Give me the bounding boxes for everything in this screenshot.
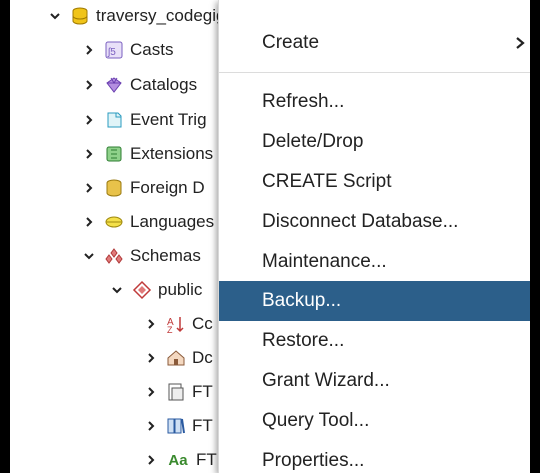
tree-node-label: FT	[192, 382, 213, 401]
foreign-data-icon	[104, 178, 124, 198]
languages-icon	[104, 212, 124, 232]
menu-item-restore[interactable]: Restore...	[219, 321, 530, 361]
tree-node-label: Casts	[130, 40, 174, 59]
domains-icon	[166, 348, 186, 368]
tree-node-casts[interactable]: ʃ5 Casts	[82, 34, 173, 66]
extensions-icon	[104, 144, 124, 164]
tree-node-languages[interactable]: Languages	[82, 206, 214, 238]
tree-node-fts-parsers[interactable]: Aa FT	[144, 444, 217, 473]
menu-item-label: CREATE Script	[262, 171, 392, 192]
svg-text:Z: Z	[167, 325, 173, 334]
menu-item-label: Properties...	[262, 450, 365, 471]
fts-parsers-icon: Aa	[168, 451, 188, 469]
tree-node-label: Languages	[130, 212, 215, 231]
fts-dictionaries-icon	[166, 416, 186, 436]
schemas-icon	[104, 246, 124, 266]
context-menu: Create Refresh... Delete/Drop CREATE Scr…	[218, 0, 530, 473]
menu-item-label: Create	[262, 32, 320, 53]
menu-separator	[219, 72, 530, 73]
chevron-right-icon[interactable]	[144, 453, 158, 467]
chevron-right-icon[interactable]	[144, 385, 158, 399]
tree-node-label: Dc	[192, 348, 213, 367]
tree-node-event-triggers[interactable]: Event Trig	[82, 104, 207, 136]
chevron-right-icon[interactable]	[82, 147, 96, 161]
menu-item-maintenance[interactable]: Maintenance...	[219, 242, 530, 282]
menu-item-label: Delete/Drop	[262, 131, 364, 152]
tree-node-database[interactable]: traversy_codegig	[48, 0, 225, 32]
schema-icon	[132, 280, 152, 300]
tree-node-label: Cc	[192, 314, 213, 333]
chevron-right-icon[interactable]	[144, 419, 158, 433]
menu-item-label: Disconnect Database...	[262, 211, 459, 232]
menu-item-label: Grant Wizard...	[262, 370, 390, 391]
menu-item-properties[interactable]: Properties...	[219, 441, 530, 473]
tree-node-label: Extensions	[130, 144, 214, 163]
tree-node-label: Schemas	[130, 246, 201, 265]
tree-node-label: Catalogs	[130, 75, 198, 94]
catalogs-icon	[104, 75, 124, 95]
tree-node-extensions[interactable]: Extensions	[82, 138, 213, 170]
chevron-right-icon[interactable]	[144, 351, 158, 365]
menu-item-delete-drop[interactable]: Delete/Drop	[219, 122, 530, 162]
menu-item-backup[interactable]: Backup...	[219, 281, 530, 321]
tree-node-label: Event Trig	[130, 110, 207, 129]
tree-node-public[interactable]: public	[110, 274, 202, 306]
tree-node-schemas[interactable]: Schemas	[82, 240, 201, 272]
menu-item-refresh[interactable]: Refresh...	[219, 82, 530, 122]
menu-item-label: Restore...	[262, 330, 345, 351]
menu-item-create-script[interactable]: CREATE Script	[219, 162, 530, 202]
menu-item-label: Backup...	[262, 290, 342, 311]
event-trigger-icon	[104, 110, 124, 130]
tree-node-collations[interactable]: AZ Cc	[144, 308, 213, 340]
menu-item-grant-wizard[interactable]: Grant Wizard...	[219, 361, 530, 401]
chevron-right-icon[interactable]	[82, 78, 96, 92]
menu-item-label: Query Tool...	[262, 410, 370, 431]
tree-node-catalogs[interactable]: Catalogs	[82, 69, 197, 101]
chevron-right-icon[interactable]	[144, 317, 158, 331]
tree-node-label: traversy_codegig	[96, 6, 226, 25]
svg-text:ʃ5: ʃ5	[107, 47, 116, 58]
menu-item-disconnect-database[interactable]: Disconnect Database...	[219, 202, 530, 242]
tree-node-fts-dictionaries[interactable]: FT	[144, 410, 213, 442]
tree-node-foreign-data[interactable]: Foreign D	[82, 172, 205, 204]
tree-node-label: public	[158, 280, 203, 299]
tree-node-label: FT	[192, 416, 213, 435]
chevron-down-icon[interactable]	[110, 283, 124, 297]
browser-tree-panel: traversy_codegig ʃ5 Casts Catalogs Event…	[10, 0, 530, 473]
menu-item-label: Refresh...	[262, 91, 345, 112]
chevron-right-icon	[516, 37, 525, 49]
fts-configurations-icon	[166, 382, 186, 402]
chevron-right-icon[interactable]	[82, 215, 96, 229]
tree-node-domains[interactable]: Dc	[144, 342, 213, 374]
database-icon	[70, 6, 90, 26]
tree-node-label: Foreign D	[130, 178, 205, 197]
chevron-right-icon[interactable]	[82, 43, 96, 57]
menu-item-query-tool[interactable]: Query Tool...	[219, 401, 530, 441]
tree-node-label: FT	[196, 450, 217, 469]
collations-icon: AZ	[166, 314, 186, 334]
chevron-down-icon[interactable]	[82, 249, 96, 263]
tree-node-fts-configurations[interactable]: FT	[144, 376, 213, 408]
chevron-down-icon[interactable]	[48, 9, 62, 23]
chevron-right-icon[interactable]	[82, 181, 96, 195]
menu-item-create[interactable]: Create	[219, 23, 530, 63]
menu-item-label: Maintenance...	[262, 251, 387, 272]
casts-icon: ʃ5	[104, 40, 124, 60]
chevron-right-icon[interactable]	[82, 113, 96, 127]
